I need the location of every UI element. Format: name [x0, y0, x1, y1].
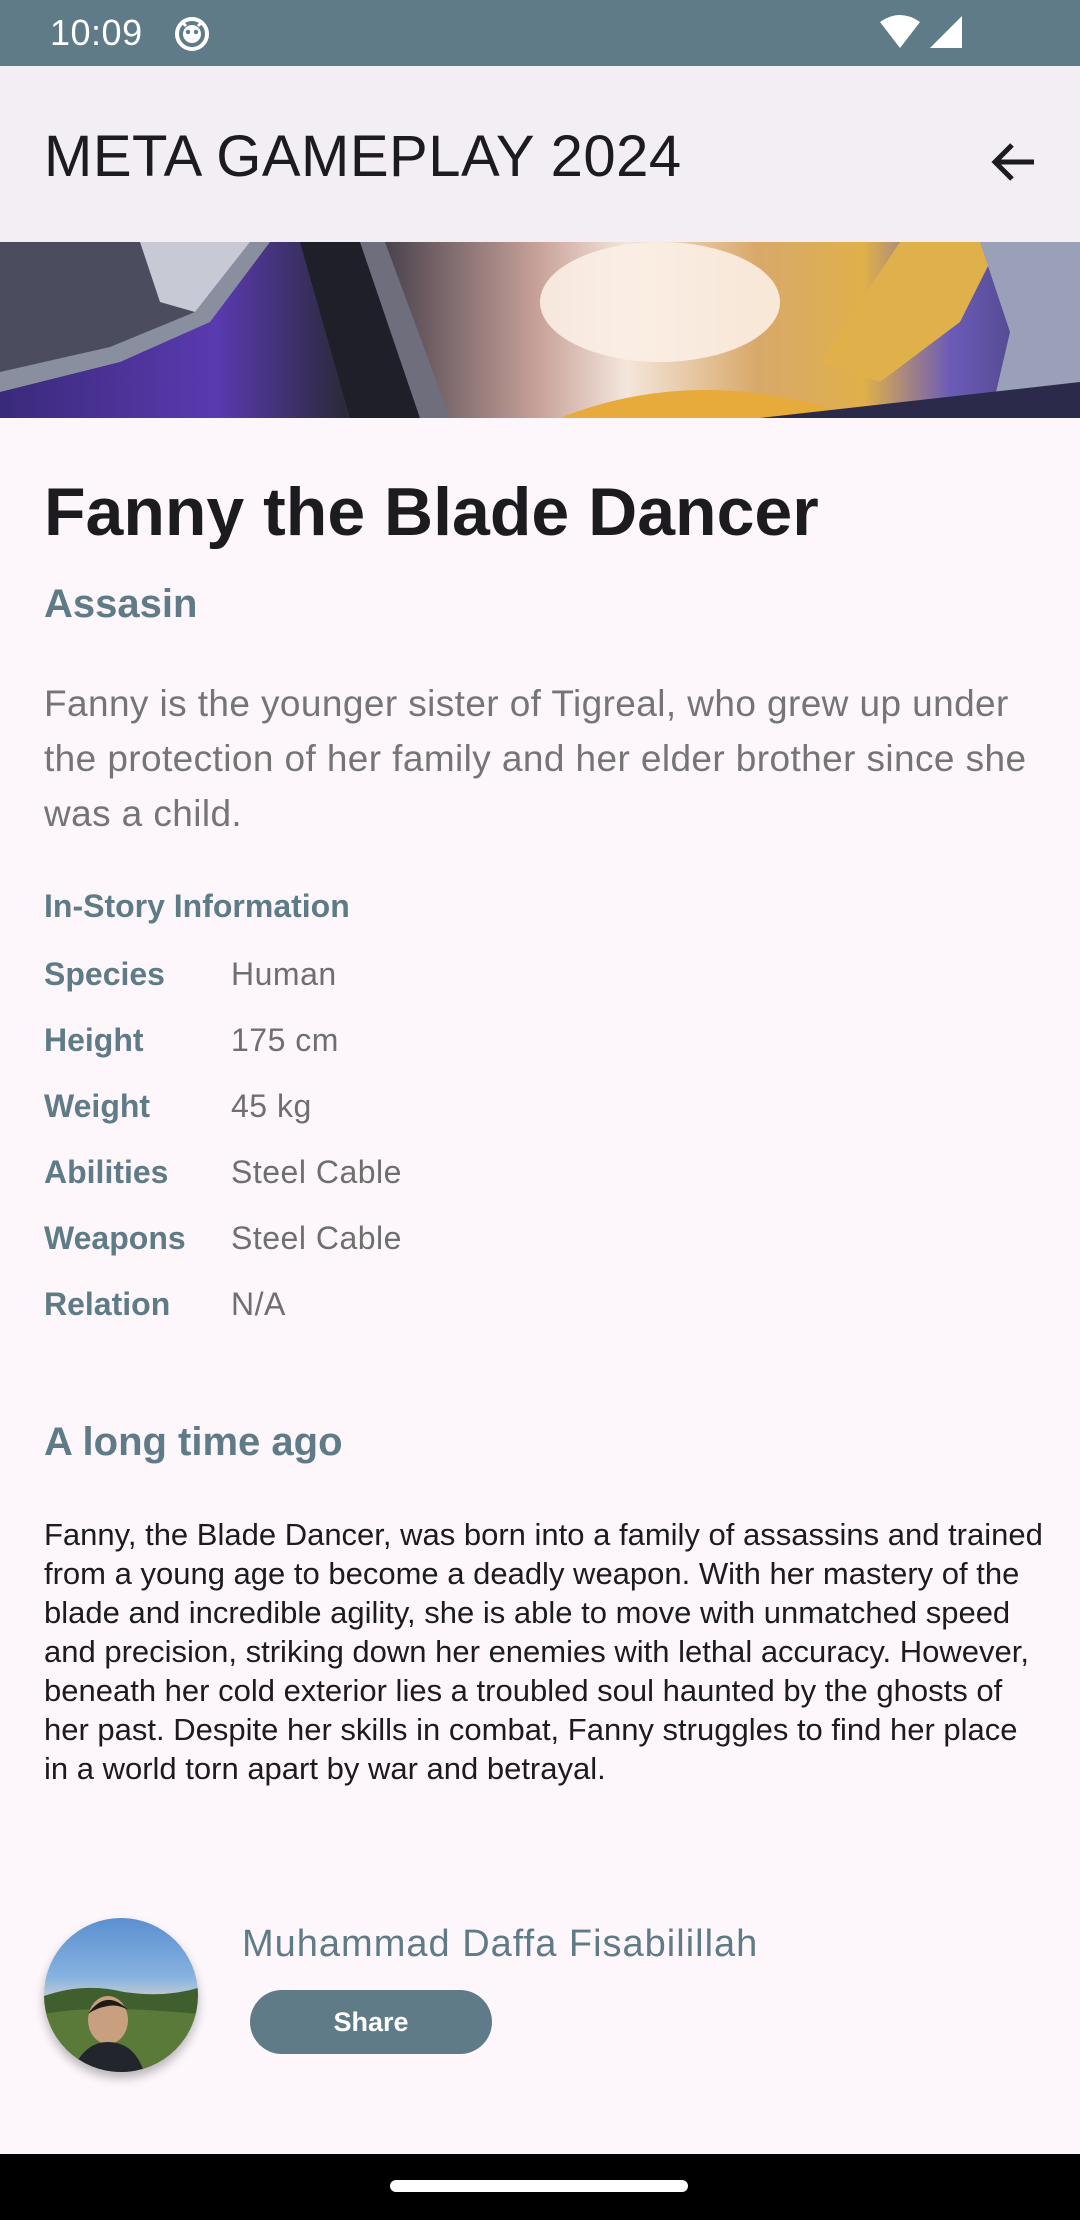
info-label: Height: [44, 1022, 144, 1058]
info-row-species: Species Human: [44, 952, 1044, 1002]
story-text: Fanny, the Blade Dancer, was born into a…: [44, 1517, 1043, 1786]
info-label: Weight: [44, 1088, 151, 1124]
info-row-weapons: Weapons Steel Cable: [44, 1216, 1044, 1266]
share-button[interactable]: Share: [250, 1990, 492, 2054]
info-value: Human: [231, 956, 337, 992]
wifi-icon: [880, 14, 920, 50]
info-row-weight: Weight 45 kg: [44, 1084, 1044, 1134]
page-title: META GAMEPLAY 2024: [44, 124, 682, 189]
info-value: N/A: [231, 1286, 286, 1322]
info-value: 45 kg: [231, 1088, 312, 1124]
info-value: 175 cm: [231, 1022, 339, 1058]
hero-banner-image: [0, 242, 1080, 418]
author-name: Muhammad Daffa Fisabilillah: [242, 1923, 759, 1965]
info-label: Abilities: [44, 1154, 169, 1190]
arrow-back-icon: [988, 136, 1040, 193]
info-label: Weapons: [44, 1220, 186, 1256]
notification-icon: [174, 15, 210, 51]
app-bar: META GAMEPLAY 2024: [0, 66, 1080, 242]
back-button[interactable]: [966, 116, 1062, 212]
status-time: 10:09: [50, 12, 143, 53]
info-value: Steel Cable: [231, 1220, 402, 1256]
info-heading: In-Story Information: [44, 888, 350, 924]
story-heading: A long time ago: [44, 1420, 343, 1464]
hero-role: Assasin: [44, 582, 198, 626]
avatar: [44, 1918, 198, 2072]
info-row-abilities: Abilities Steel Cable: [44, 1150, 1044, 1200]
signal-icon: [928, 14, 964, 50]
info-row-relation: Relation N/A: [44, 1282, 1044, 1332]
navigation-bar: [0, 2154, 1080, 2220]
hero-summary: Fanny is the younger sister of Tigreal, …: [44, 683, 1027, 834]
info-value: Steel Cable: [231, 1154, 402, 1190]
hero-name: Fanny the Blade Dancer: [44, 474, 819, 550]
info-label: Species: [44, 956, 165, 992]
status-bar: 10:09: [0, 0, 1080, 66]
home-gesture-handle[interactable]: [390, 2180, 688, 2192]
info-row-height: Height 175 cm: [44, 1018, 1044, 1068]
info-label: Relation: [44, 1286, 171, 1322]
